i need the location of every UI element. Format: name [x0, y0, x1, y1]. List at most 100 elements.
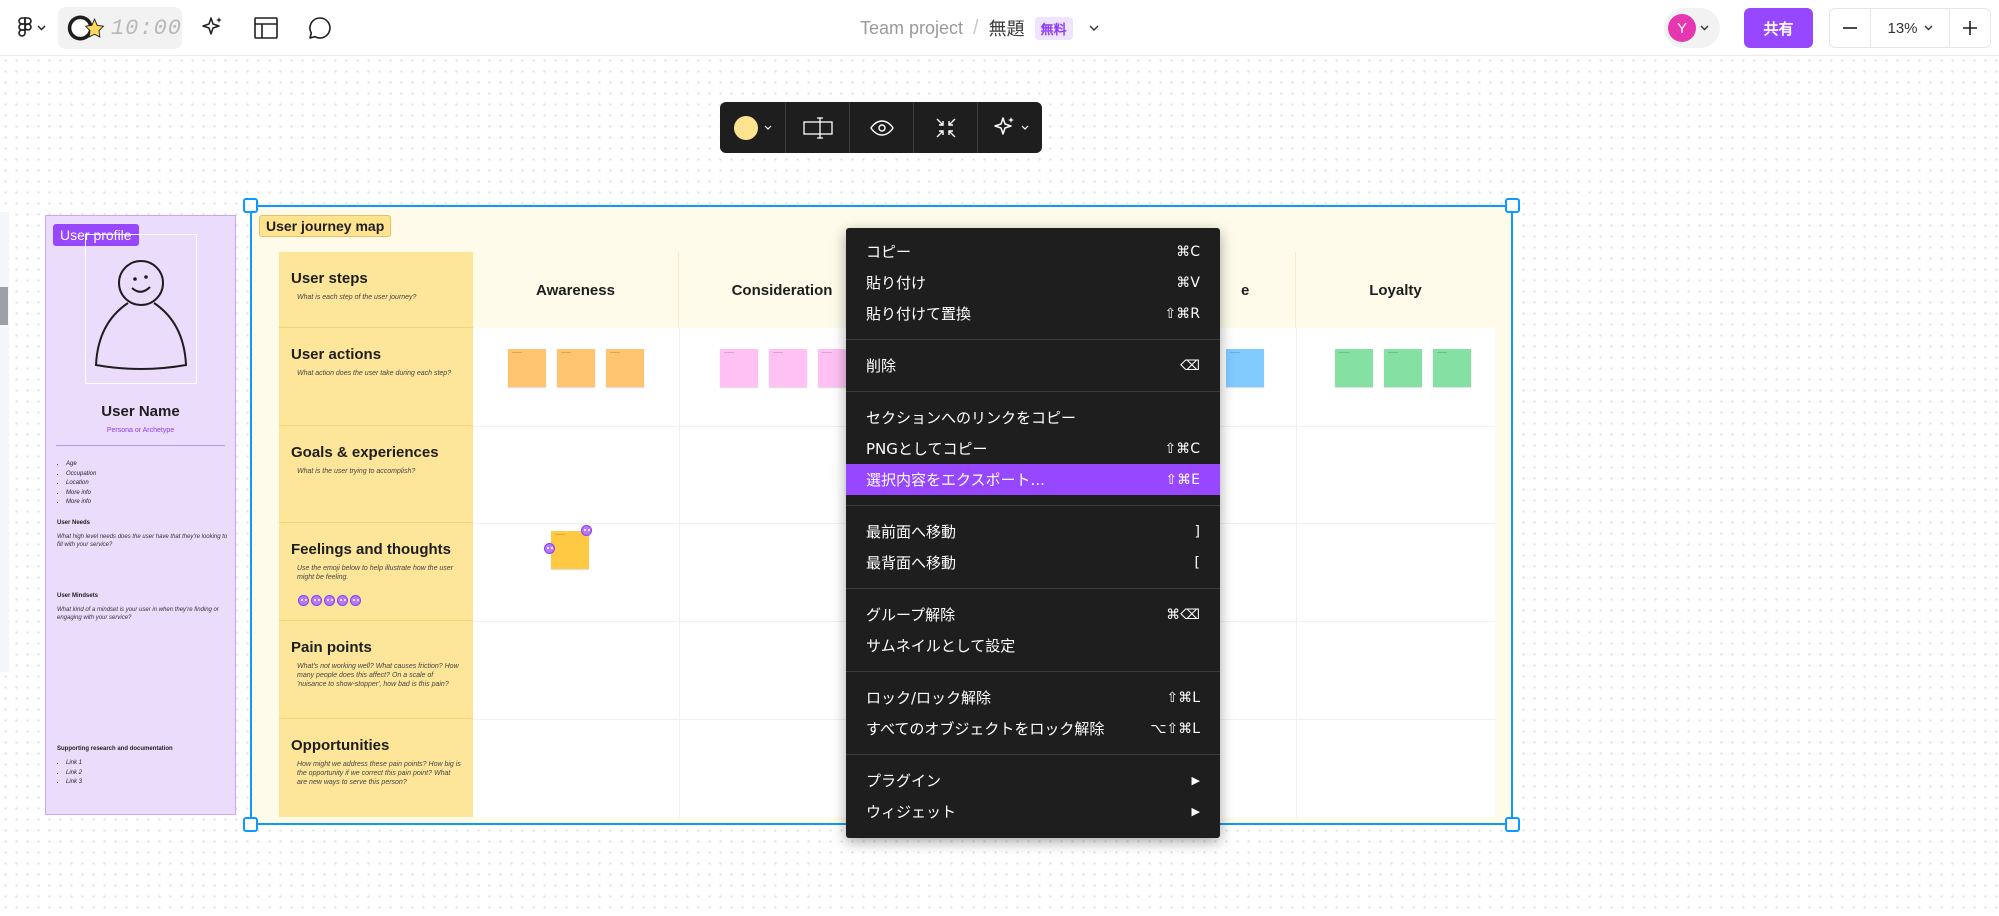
sticky-note[interactable] [1226, 349, 1264, 387]
layout-icon [254, 17, 278, 39]
row-label-user-steps[interactable]: User steps What is each step of the user… [279, 252, 473, 328]
sticky-note[interactable] [1335, 349, 1373, 387]
menu-item-shortcut: ⇧⌘L [1166, 689, 1200, 706]
row-label-user-actions[interactable]: User actions What action does the user t… [279, 328, 473, 426]
emoji-reaction-icon[interactable] [544, 543, 555, 554]
research-heading[interactable]: Supporting research and documentation [57, 746, 173, 752]
resize-handle-bottom-right[interactable] [1505, 817, 1520, 832]
sticky-note[interactable] [551, 531, 589, 569]
ai-actions-button[interactable] [978, 102, 1042, 153]
divider [56, 445, 225, 446]
user-mindsets-text[interactable]: What kind of a mindset is your user in w… [57, 606, 232, 622]
sticky-note[interactable] [606, 349, 644, 387]
list-item[interactable]: Link 3 [66, 778, 82, 788]
row-label-feelings[interactable]: Feelings and thoughts Use the emoji belo… [279, 523, 473, 621]
menu-item-bring-to-front[interactable]: 最前面へ移動 ] [846, 516, 1220, 547]
menu-item-delete[interactable]: 削除 ⌫ [846, 350, 1220, 381]
menu-item-copy[interactable]: コピー ⌘C [846, 236, 1220, 267]
row-label-opportunities[interactable]: Opportunities How might we address these… [279, 719, 473, 817]
resize-handle-top-left[interactable] [243, 198, 258, 213]
menu-item-paste[interactable]: 貼り付け ⌘V [846, 267, 1220, 298]
column-header-awareness[interactable]: Awareness [473, 252, 679, 328]
visibility-button[interactable] [850, 102, 914, 153]
menu-item-send-to-back[interactable]: 最背面へ移動 [ [846, 547, 1220, 578]
menu-item-label: 貼り付けて置換 [866, 305, 972, 323]
person-drawing-icon [94, 260, 188, 370]
sticky-note[interactable] [1433, 349, 1471, 387]
offscreen-frame-edge [0, 212, 9, 672]
submenu-arrow-icon: ▶ [1191, 805, 1200, 818]
row-label-pain-points[interactable]: Pain points What's not working well? Wha… [279, 621, 473, 719]
menu-item-label: プラグイン [866, 772, 942, 790]
emoji-icon[interactable] [324, 595, 335, 606]
resize-handle-bottom-left[interactable] [243, 817, 258, 832]
resize-to-fit-button[interactable] [786, 102, 850, 153]
sticky-note[interactable] [508, 349, 546, 387]
collapse-button[interactable] [914, 102, 978, 153]
list-item[interactable]: Link 1 [66, 759, 82, 769]
sticky-note[interactable] [769, 349, 807, 387]
list-item[interactable]: Age [66, 460, 96, 470]
menu-item-export-selection[interactable]: 選択内容をエクスポート... ⇧⌘E [846, 464, 1220, 495]
menu-item-widgets[interactable]: ウィジェット ▶ [846, 796, 1220, 827]
sticky-note[interactable] [720, 349, 758, 387]
menu-divider [846, 391, 1220, 392]
row-subtitle: How might we address these pain points? … [297, 761, 461, 786]
menu-item-copy-section-link[interactable]: セクションへのリンクをコピー [846, 402, 1220, 433]
user-needs-heading[interactable]: User Needs [57, 520, 90, 526]
persona-name[interactable]: User Name [46, 403, 235, 420]
user-profile-section[interactable]: User profile User Name Persona or Archet… [45, 215, 236, 815]
menu-item-ungroup[interactable]: グループ解除 ⌘⌫ [846, 599, 1220, 630]
collapse-icon [936, 118, 955, 137]
timer-widget[interactable]: 10:00 [58, 7, 182, 49]
list-item[interactable]: Occupation [66, 470, 96, 480]
emoji-icon[interactable] [337, 595, 348, 606]
section-label[interactable]: User journey map [259, 215, 392, 237]
layout-button[interactable] [242, 8, 290, 48]
persona-subtitle[interactable]: Persona or Archetype [46, 427, 235, 434]
menu-item-set-thumbnail[interactable]: サムネイルとして設定 [846, 630, 1220, 661]
list-item[interactable]: Link 2 [66, 769, 82, 779]
user-needs-text[interactable]: What high level needs does the user have… [57, 533, 232, 549]
emoji-icon[interactable] [350, 595, 361, 606]
column-header-loyalty[interactable]: Loyalty [1296, 252, 1495, 328]
resize-handle-top-right[interactable] [1505, 198, 1520, 213]
row-title: Pain points [291, 639, 372, 656]
emoji-icon[interactable] [311, 595, 322, 606]
color-swatch [733, 115, 758, 140]
menu-item-label: 削除 [866, 357, 897, 375]
comment-button[interactable] [296, 8, 344, 48]
row-label-goals[interactable]: Goals & experiences What is the user try… [279, 426, 473, 523]
list-item[interactable]: More info [66, 498, 96, 508]
menu-item-label: サムネイルとして設定 [866, 637, 1016, 655]
menu-item-unlock-all[interactable]: すべてのオブジェクトをロック解除 ⌥⇧⌘L [846, 713, 1220, 744]
chevron-down-icon[interactable] [1089, 25, 1099, 32]
zoom-in-button[interactable] [1950, 9, 1990, 47]
user-mindsets-heading[interactable]: User Mindsets [57, 593, 98, 599]
figma-logo-icon [17, 17, 32, 37]
menu-item-paste-replace[interactable]: 貼り付けて置換 ⇧⌘R [846, 298, 1220, 329]
emoji-icon[interactable] [298, 595, 309, 606]
file-name[interactable]: 無題 [989, 15, 1025, 41]
menu-item-label: ロック/ロック解除 [866, 689, 992, 707]
list-item[interactable]: Location [66, 479, 96, 489]
zoom-level-dropdown[interactable]: 13% [1870, 9, 1950, 47]
ai-sparkle-button[interactable] [188, 8, 236, 48]
section-color-picker[interactable] [720, 102, 786, 153]
sticky-note[interactable] [1384, 349, 1422, 387]
main-menu-button[interactable] [10, 8, 52, 48]
menu-item-label: セクションへのリンクをコピー [866, 409, 1077, 427]
share-button[interactable]: 共有 [1744, 8, 1813, 48]
multiplayer-avatars[interactable]: Y [1664, 8, 1720, 48]
emoji-reaction-icon[interactable] [581, 525, 592, 536]
menu-item-lock-unlock[interactable]: ロック/ロック解除 ⇧⌘L [846, 682, 1220, 713]
menu-item-copy-as-png[interactable]: PNGとしてコピー ⇧⌘C [846, 433, 1220, 464]
list-item[interactable]: More info [66, 489, 96, 499]
row-title: User steps [291, 270, 368, 287]
zoom-out-button[interactable] [1830, 9, 1870, 47]
project-name[interactable]: Team project [860, 18, 963, 39]
menu-item-label: 最前面へ移動 [866, 523, 957, 541]
sticky-note[interactable] [557, 349, 595, 387]
menu-item-plugins[interactable]: プラグイン ▶ [846, 765, 1220, 796]
persona-image[interactable] [85, 234, 197, 384]
